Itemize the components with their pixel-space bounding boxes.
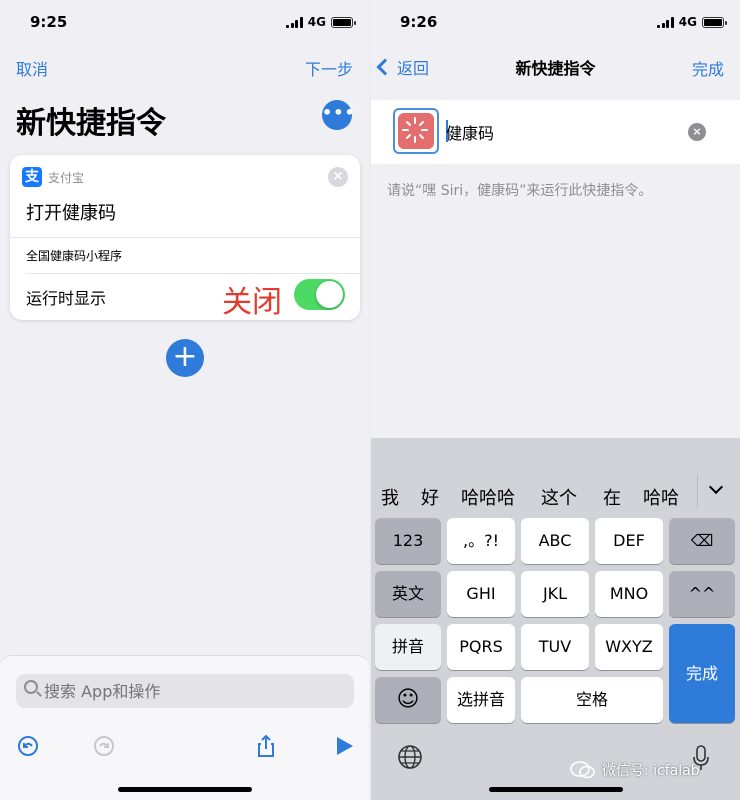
shortcut-name-input[interactable]: 健康码 xyxy=(446,120,494,144)
done-button[interactable]: 完成 xyxy=(692,56,724,80)
clear-text-button[interactable]: × xyxy=(688,123,706,141)
status-bar: 9:25 4G xyxy=(0,12,369,34)
mini-program-name[interactable]: 全国健康码小程序 xyxy=(26,247,122,264)
signal-icon xyxy=(286,16,303,28)
battery-icon xyxy=(702,16,727,28)
search-box[interactable] xyxy=(16,674,354,708)
candidate[interactable]: 哈哈 xyxy=(643,484,679,510)
app-name: 支付宝 xyxy=(48,171,85,185)
key-def[interactable]: DEF xyxy=(595,518,663,564)
alipay-icon: 支 xyxy=(22,167,42,187)
key-wxyz[interactable]: WXYZ xyxy=(595,624,663,670)
key-tuv[interactable]: TUV xyxy=(521,624,589,670)
search-input[interactable] xyxy=(44,678,344,704)
more-options-button[interactable]: ••• xyxy=(322,100,355,130)
key-jkl[interactable]: JKL xyxy=(521,571,589,617)
status-time: 9:26 xyxy=(400,13,438,31)
share-icon[interactable] xyxy=(254,734,278,758)
key-pinyin[interactable]: 拼音 xyxy=(375,624,441,670)
home-indicator xyxy=(118,787,252,792)
right-screen: 9:26 4G 返回 新快捷指令 完成 健康码 × 请说“嘿 Siri，健康码”… xyxy=(371,0,740,800)
key-emoticon[interactable]: ^^ xyxy=(669,571,735,617)
candidate-bar: 我 好 哈哈哈 这个 在 哈哈 xyxy=(371,438,740,514)
shortcut-icon-picker[interactable] xyxy=(393,108,439,154)
search-icon xyxy=(24,680,38,694)
globe-icon[interactable] xyxy=(397,744,423,770)
shortcut-name-row: 健康码 × xyxy=(371,100,740,164)
wechat-icon xyxy=(570,761,595,779)
magic-wand-icon xyxy=(398,113,434,149)
toggle-knob xyxy=(316,281,343,308)
candidate[interactable]: 在 xyxy=(603,484,621,510)
siri-hint: 请说“嘿 Siri，健康码”来运行此快捷指令。 xyxy=(387,183,653,199)
key-123[interactable]: 123 xyxy=(375,518,441,564)
action-title[interactable]: 打开健康码 xyxy=(26,199,116,225)
status-bar: 9:26 4G xyxy=(371,12,740,34)
redo-icon[interactable] xyxy=(92,734,116,758)
watermark-text: 微信号: icfalab xyxy=(602,763,700,779)
watermark: 微信号: icfalab xyxy=(570,760,700,780)
left-screen: 9:25 4G 取消 下一步 新快捷指令 ••• 支 支付宝 × 打开健康码 全… xyxy=(0,0,369,800)
candidate[interactable]: 我 xyxy=(381,484,399,510)
remove-action-button[interactable]: × xyxy=(328,167,348,187)
sparkle-icon xyxy=(402,117,428,143)
page-title: 新快捷指令 xyxy=(16,106,166,141)
candidate[interactable]: 这个 xyxy=(541,484,577,510)
delete-key[interactable]: ⌫ xyxy=(669,518,735,564)
key-english[interactable]: 英文 xyxy=(375,571,441,617)
show-when-run-label: 运行时显示 xyxy=(26,289,107,308)
action-card: 支 支付宝 × 打开健康码 全国健康码小程序 运行时显示 关闭 xyxy=(10,155,360,320)
key-abc[interactable]: ABC xyxy=(521,518,589,564)
keyboard: 我 好 哈哈哈 这个 在 哈哈 123 ,。?! ABC DEF ⌫ 英文 GH… xyxy=(371,438,740,800)
key-mno[interactable]: MNO xyxy=(595,571,663,617)
battery-icon xyxy=(331,16,356,28)
key-ghi[interactable]: GHI xyxy=(447,571,515,617)
key-pqrs[interactable]: PQRS xyxy=(447,624,515,670)
chevron-down-icon[interactable] xyxy=(708,479,724,495)
space-key[interactable]: 空格 xyxy=(521,677,663,723)
show-when-run-toggle[interactable] xyxy=(294,279,345,310)
emoji-key[interactable]: ☺ xyxy=(375,677,441,723)
status-time: 9:25 xyxy=(30,13,68,31)
action-search-sheet xyxy=(0,655,369,800)
nav-title: 新快捷指令 xyxy=(515,59,596,78)
candidate[interactable]: 哈哈哈 xyxy=(461,484,515,510)
cancel-button[interactable]: 取消 xyxy=(16,56,48,80)
add-action-button[interactable]: + xyxy=(166,339,204,377)
undo-icon[interactable] xyxy=(16,734,40,758)
home-indicator xyxy=(489,787,623,792)
network-label: 4G xyxy=(678,15,697,29)
key-select-pinyin[interactable]: 选拼音 xyxy=(447,677,515,723)
candidate[interactable]: 好 xyxy=(421,484,439,510)
signal-icon xyxy=(657,16,674,28)
next-button[interactable]: 下一步 xyxy=(305,56,353,80)
divider xyxy=(697,474,698,508)
annotation-text: 关闭 xyxy=(222,285,282,320)
key-punct[interactable]: ,。?! xyxy=(447,518,515,564)
done-key[interactable]: 完成 xyxy=(669,624,735,723)
divider xyxy=(26,273,360,274)
network-label: 4G xyxy=(307,15,326,29)
play-icon[interactable] xyxy=(332,734,356,758)
divider xyxy=(10,237,360,238)
